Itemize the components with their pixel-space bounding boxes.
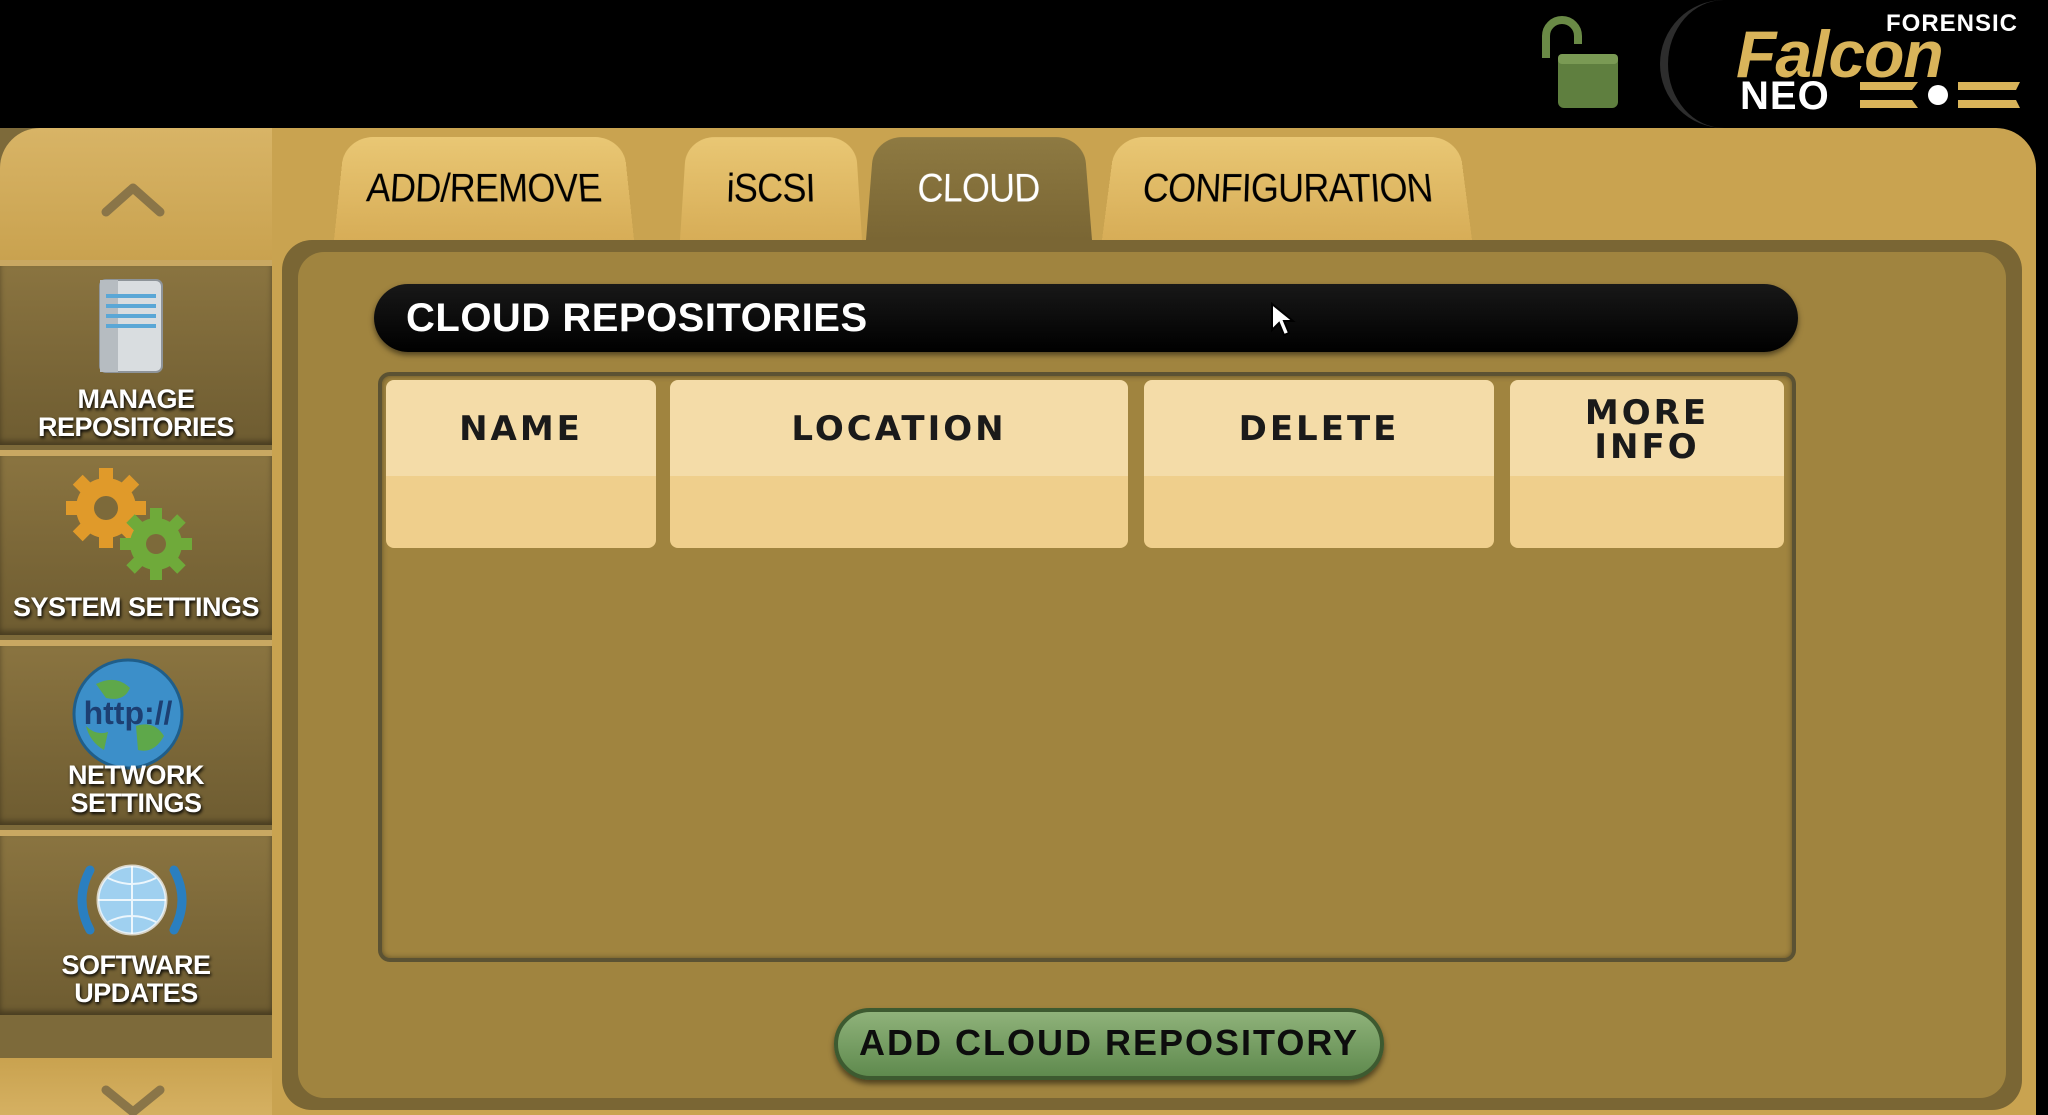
gears-icon xyxy=(66,468,192,580)
column-header-name: NAME xyxy=(386,380,656,548)
tab-cloud[interactable]: CLOUD xyxy=(866,137,1092,240)
sidebar-item-software-updates[interactable]: SOFTWARE UPDATES xyxy=(0,830,272,1015)
tab-iscsi[interactable]: iSCSI xyxy=(680,137,862,240)
column-header-label: DELETE xyxy=(1238,409,1400,449)
tab-label: ADD/REMOVE xyxy=(364,165,603,211)
sidebar-item-manage-repositories[interactable]: MANAGE REPOSITORIES xyxy=(0,260,272,445)
falcon-neo-logo: FORENSIC Falcon NEO xyxy=(1660,0,2048,128)
sidebar-item-label: UPDATES xyxy=(74,978,198,1008)
content-panel: CLOUD REPOSITORIES NAME LOCATION DELETE … xyxy=(282,240,2022,1110)
column-header-label: INFO xyxy=(1594,427,1700,467)
chevron-up-icon[interactable] xyxy=(98,178,168,218)
server-icon xyxy=(99,279,163,373)
section-title: CLOUD REPOSITORIES xyxy=(374,284,1798,352)
globe-refresh-icon xyxy=(77,864,187,936)
column-header-delete: DELETE xyxy=(1144,380,1494,548)
sidebar-item-label: SOFTWARE xyxy=(61,950,212,980)
sidebar-item-label: NETWORK xyxy=(68,760,204,790)
logo-stripes xyxy=(1860,82,2020,108)
tab-add-remove[interactable]: ADD/REMOVE xyxy=(334,137,634,240)
column-header-label: NAME xyxy=(459,409,583,449)
logo-neo-text: NEO xyxy=(1740,74,1830,118)
cloud-repositories-table: NAME LOCATION DELETE MORE INFO xyxy=(378,372,1796,962)
column-header-more-info: MORE INFO xyxy=(1510,380,1784,548)
sidebar-item-label: REPOSITORIES xyxy=(37,412,235,442)
mouse-cursor-icon xyxy=(1271,302,1296,337)
tab-configuration[interactable]: CONFIGURATION xyxy=(1102,137,1472,240)
sidebar-item-network-settings[interactable]: http:// NETWORK SETTINGS xyxy=(0,640,272,825)
sidebar-item-system-settings[interactable]: SYSTEM SETTINGS xyxy=(0,450,272,635)
sidebar-item-label: SYSTEM SETTINGS xyxy=(12,592,260,622)
globe-http-icon: http:// xyxy=(72,658,184,770)
chevron-down-icon[interactable] xyxy=(98,1082,168,1115)
column-header-location: LOCATION xyxy=(670,380,1128,548)
column-header-label: MORE xyxy=(1584,393,1710,433)
sidebar-item-label: SETTINGS xyxy=(70,788,202,818)
sidebar-scroll-up[interactable] xyxy=(0,128,272,260)
top-bar: FORENSIC Falcon NEO xyxy=(0,0,2048,130)
column-header-label: LOCATION xyxy=(791,409,1007,449)
add-cloud-repository-button[interactable]: ADD CLOUD REPOSITORY xyxy=(834,1008,1384,1080)
http-text: http:// xyxy=(84,695,173,731)
sidebar-item-label: MANAGE xyxy=(77,384,196,414)
content-panel-inner: CLOUD REPOSITORIES NAME LOCATION DELETE … xyxy=(298,252,2006,1098)
unlocked-padlock-icon[interactable] xyxy=(1532,14,1632,114)
tab-label: iSCSI xyxy=(726,165,816,211)
tab-bar: ADD/REMOVE iSCSI CLOUD CONFIGURATION xyxy=(272,128,2036,240)
tab-label: CONFIGURATION xyxy=(1140,165,1434,211)
tab-label: CLOUD xyxy=(916,165,1042,211)
main-frame: ADD/REMOVE iSCSI CLOUD CONFIGURATION CLO… xyxy=(272,128,2036,1115)
sidebar: MANAGE REPOSITORIES SYSTEM SETTINGS http… xyxy=(0,128,272,1115)
